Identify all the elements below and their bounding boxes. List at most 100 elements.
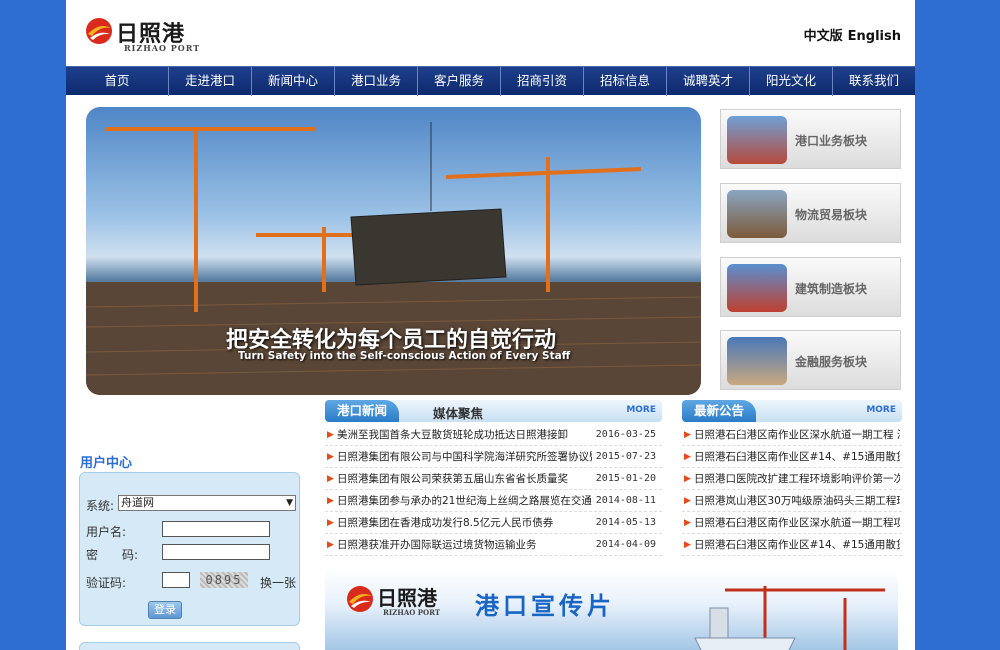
- tab-port-news[interactable]: 港口新闻: [325, 400, 400, 422]
- notice-item[interactable]: ▶ 日照港石臼港区南作业区#14、#15通用散货泊: [682, 446, 902, 468]
- promo-video-banner[interactable]: 日照港 RIZHAO PORT 港口宣传片: [325, 568, 898, 650]
- news-item[interactable]: ▶ 日照港集团有限公司与中国科学院海洋研究所签署协议暨 2015-07-23: [325, 446, 662, 468]
- news-item[interactable]: ▶ 美洲至我国首条大豆散货班轮成功抵达日照港接卸 2016-03-25: [325, 424, 662, 446]
- news-date: 2015-07-23: [595, 451, 656, 462]
- port-news-more-link[interactable]: MORE: [626, 405, 656, 415]
- side-block-construction[interactable]: 建筑制造板块: [720, 257, 901, 317]
- news-title: 日照港集团有限公司荣获第五届山东省省长质量奖: [337, 473, 568, 485]
- construction-thumbnail: [727, 264, 787, 312]
- notice-tabbar: 最新公告 MORE: [682, 400, 902, 422]
- promo-ship-image: [694, 586, 885, 650]
- nav-item-investment[interactable]: 招商引资: [501, 67, 584, 96]
- lang-english-link[interactable]: English: [848, 29, 901, 44]
- side-block-port-business[interactable]: 港口业务板块: [720, 109, 901, 169]
- bullet-icon: ▶: [327, 496, 334, 506]
- bullet-icon: ▶: [684, 540, 691, 550]
- logo-emblem-icon: [86, 18, 112, 44]
- notice-item[interactable]: ▶ 日照港石臼港区南作业区深水航道一期工程项: [682, 512, 902, 534]
- system-select[interactable]: 舟道网 ▼: [118, 495, 296, 511]
- user-center-title: 用户中心: [80, 452, 132, 471]
- port-news-list: ▶ 美洲至我国首条大豆散货班轮成功抵达日照港接卸 2016-03-25 ▶ 日照港集团…: [325, 424, 662, 556]
- news-date: 2014-05-13: [595, 517, 656, 528]
- nav-item-service[interactable]: 客户服务: [418, 67, 501, 96]
- captcha-label: 验证码:: [86, 576, 127, 590]
- notice-title: 日照港口医院改扩建工程环境影响评价第一次: [694, 473, 900, 485]
- side-block-label: 港口业务板块: [795, 134, 868, 148]
- notice-title: 日照港石臼港区南作业区深水航道一期工程 海: [694, 429, 900, 441]
- nav-item-news[interactable]: 新闻中心: [252, 67, 335, 96]
- bullet-icon: ▶: [684, 474, 691, 484]
- port-news-panel: 港口新闻 媒体聚焦 MORE ▶ 美洲至我国首条大豆散货班轮成功抵达日照港接卸 20…: [325, 400, 662, 560]
- user-center-title-b: 中心: [106, 456, 133, 471]
- news-item[interactable]: ▶ 日照港集团在香港成功发行8.5亿元人民币债券 2014-05-13: [325, 512, 662, 534]
- lang-chinese-link[interactable]: 中文版: [804, 29, 843, 44]
- news-title: 美洲至我国首条大豆散货班轮成功抵达日照港接卸: [337, 429, 568, 441]
- side-block-label: 金融服务板块: [795, 355, 868, 369]
- news-item[interactable]: ▶ 日照港集团有限公司荣获第五届山东省省长质量奖 2015-01-20: [325, 468, 662, 490]
- notice-item[interactable]: ▶ 日照港石臼港区南作业区#14、#15通用散货泊: [682, 534, 902, 556]
- system-label: 系统:: [86, 499, 115, 513]
- login-button[interactable]: 登录: [148, 601, 182, 619]
- nav-item-careers[interactable]: 诚聘英才: [667, 67, 750, 96]
- bullet-icon: ▶: [327, 430, 334, 440]
- tab-media-focus[interactable]: 媒体聚焦: [433, 403, 483, 422]
- notice-title: 日照港石臼港区南作业区#14、#15通用散货泊: [694, 539, 900, 551]
- user-center-title-a: 用户: [80, 456, 107, 471]
- hero-banner[interactable]: 把安全转化为每个员工的自觉行动 Turn Safety into the Sel…: [86, 107, 701, 395]
- logistics-thumbnail: [727, 190, 787, 238]
- nav-item-contact[interactable]: 联系我们: [833, 67, 915, 96]
- news-date: 2014-04-09: [595, 539, 656, 550]
- bullet-icon: ▶: [684, 518, 691, 528]
- news-date: 2014-08-11: [595, 495, 656, 506]
- captcha-refresh-link[interactable]: 换一张: [260, 574, 296, 591]
- news-item[interactable]: ▶ 日照港获准开办国际联运过境货物运输业务 2014-04-09: [325, 534, 662, 556]
- site-logo[interactable]: 日照港 RIZHAO PORT: [84, 14, 204, 54]
- bullet-icon: ▶: [327, 518, 334, 528]
- bullet-icon: ▶: [684, 452, 691, 462]
- bullet-icon: ▶: [327, 474, 334, 484]
- secondary-panel: [79, 642, 300, 650]
- notice-panel: 最新公告 MORE ▶ 日照港石臼港区南作业区深水航道一期工程 海 ▶ 日照港石臼港…: [682, 400, 902, 560]
- news-title: 日照港获准开办国际联运过境货物运输业务: [337, 539, 537, 551]
- notice-title: 日照港石臼港区南作业区#14、#15通用散货泊: [694, 451, 900, 463]
- side-block-label: 建筑制造板块: [795, 282, 868, 296]
- side-block-logistics[interactable]: 物流贸易板块: [720, 183, 901, 243]
- bullet-icon: ▶: [684, 430, 691, 440]
- news-date: 2016-03-25: [595, 429, 656, 440]
- page-container: 日照港 RIZHAO PORT 中文版 English 首页 走进港口 新闻中心 …: [66, 0, 915, 650]
- dropdown-arrow-icon: ▼: [286, 498, 293, 508]
- notice-more-link[interactable]: MORE: [866, 405, 896, 415]
- logo-english-text: RIZHAO PORT: [124, 43, 201, 53]
- tab-latest-notice[interactable]: 最新公告: [682, 400, 757, 422]
- nav-item-about[interactable]: 走进港口: [169, 67, 252, 96]
- username-input[interactable]: [162, 521, 270, 537]
- captcha-image: 0895: [200, 572, 248, 588]
- notice-item[interactable]: ▶ 日照港岚山港区30万吨级原油码头三期工程环: [682, 490, 902, 512]
- nav-item-home[interactable]: 首页: [66, 67, 169, 96]
- side-block-label: 物流贸易板块: [795, 208, 868, 222]
- password-label: 密 码:: [86, 548, 139, 562]
- news-date: 2015-01-20: [595, 473, 656, 484]
- nav-item-business[interactable]: 港口业务: [335, 67, 418, 96]
- finance-thumbnail: [727, 337, 787, 385]
- password-input[interactable]: [162, 544, 270, 560]
- nav-item-culture[interactable]: 阳光文化: [750, 67, 833, 96]
- notice-item[interactable]: ▶ 日照港石臼港区南作业区深水航道一期工程 海: [682, 424, 902, 446]
- language-switch: 中文版 English: [804, 25, 901, 44]
- bullet-icon: ▶: [327, 452, 334, 462]
- side-block-finance[interactable]: 金融服务板块: [720, 330, 901, 390]
- bullet-icon: ▶: [684, 496, 691, 506]
- notice-list: ▶ 日照港石臼港区南作业区深水航道一期工程 海 ▶ 日照港石臼港区南作业区#14、#…: [682, 424, 902, 556]
- user-center-login-box: 系统: 舟道网 ▼ 用户名: 密 码: 验证码: 0895 换一张 登录: [79, 472, 300, 626]
- notice-title: 日照港石臼港区南作业区深水航道一期工程项: [694, 517, 900, 529]
- username-label: 用户名:: [86, 525, 127, 539]
- notice-item[interactable]: ▶ 日照港口医院改扩建工程环境影响评价第一次: [682, 468, 902, 490]
- captcha-input[interactable]: [162, 572, 190, 588]
- port-news-tabbar: 港口新闻 媒体聚焦 MORE: [325, 400, 662, 422]
- bullet-icon: ▶: [327, 540, 334, 550]
- main-nav: 首页 走进港口 新闻中心 港口业务 客户服务 招商引资 招标信息 诚聘英才 阳光…: [66, 66, 915, 96]
- banner-caption-english: Turn Safety into the Self-conscious Acti…: [238, 350, 571, 362]
- port-business-thumbnail: [727, 116, 787, 164]
- news-item[interactable]: ▶ 日照港集团参与承办的21世纪海上丝绸之路展览在交通运 2014-08-11: [325, 490, 662, 512]
- nav-item-tender[interactable]: 招标信息: [584, 67, 667, 96]
